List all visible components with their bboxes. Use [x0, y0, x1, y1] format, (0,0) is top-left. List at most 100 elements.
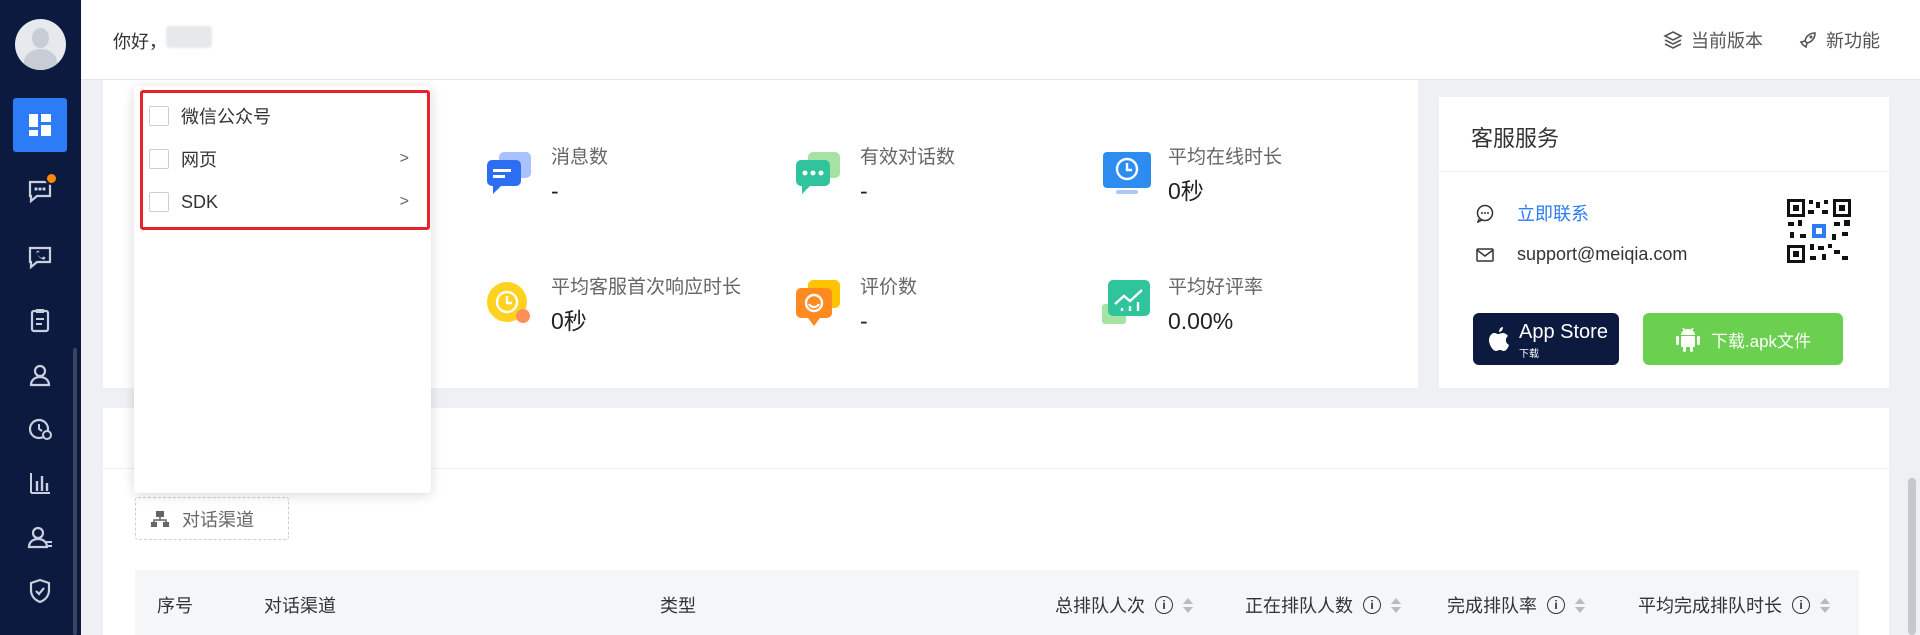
- apple-icon: [1489, 327, 1509, 351]
- info-icon[interactable]: i: [1155, 596, 1173, 614]
- column-header-total-queue[interactable]: 总排队人次 i: [1055, 592, 1193, 618]
- queue-table-header: 序号 对话渠道 类型 总排队人次 i 正在排队人数 i 完成排队率 i 平均完成…: [135, 570, 1859, 635]
- checkbox[interactable]: [149, 192, 169, 212]
- user-icon: [29, 364, 51, 387]
- dialog-icon: [796, 152, 840, 194]
- stat-avg-first-response: 平均客服首次响应时长 0秒: [483, 276, 741, 334]
- response-clock-icon: [487, 282, 530, 323]
- monitor-clock-icon: [1103, 152, 1151, 194]
- clipboard-icon: [30, 309, 50, 333]
- current-version-label: 当前版本: [1691, 31, 1763, 51]
- stat-avg-first-response-label: 平均客服首次响应时长: [551, 277, 742, 298]
- info-icon[interactable]: i: [1792, 596, 1810, 614]
- mail-icon: [1476, 247, 1494, 262]
- info-icon[interactable]: i: [1547, 596, 1565, 614]
- blurred-username: [166, 26, 212, 48]
- checkbox[interactable]: [149, 106, 169, 126]
- sort-icon[interactable]: [1575, 597, 1585, 613]
- apk-download-button[interactable]: 下载.apk文件: [1643, 313, 1843, 365]
- sort-icon[interactable]: [1183, 597, 1193, 613]
- apk-label: 下载.apk文件: [1710, 331, 1812, 351]
- sidebar-item-chat[interactable]: [13, 164, 67, 218]
- dropdown-item-wechat[interactable]: 微信公众号: [149, 101, 419, 131]
- app-store-sub: 下载: [1519, 349, 1539, 360]
- stat-valid-dialogs-value: -: [860, 178, 868, 204]
- dropdown-item-label: 微信公众号: [181, 107, 271, 127]
- sort-icon[interactable]: [1391, 597, 1401, 613]
- bar-chart-icon: [30, 473, 50, 494]
- app-store-label: App Store: [1519, 321, 1608, 343]
- chat-support-icon: [1476, 204, 1494, 223]
- dropdown-item-sdk[interactable]: SDK >: [149, 187, 419, 217]
- sort-icon[interactable]: [1820, 597, 1830, 613]
- message-icon: [487, 152, 531, 194]
- service-title: 客服服务: [1471, 126, 1560, 151]
- dropdown-item-web[interactable]: 网页 >: [149, 144, 419, 174]
- sidebar: [0, 0, 81, 635]
- stat-avg-online: 平均在线时长 0秒: [1100, 146, 1282, 204]
- divider: [1439, 171, 1889, 172]
- column-header-queuing-now[interactable]: 正在排队人数 i: [1245, 592, 1401, 618]
- greeting-text: 你好，: [113, 32, 167, 52]
- team-icon: [27, 526, 52, 549]
- sidebar-item-call[interactable]: [13, 230, 67, 284]
- shield-icon: [29, 578, 51, 604]
- avatar[interactable]: [15, 19, 66, 70]
- stat-ratings-value: -: [860, 308, 868, 334]
- phone-icon: [28, 246, 52, 270]
- stat-good-rate-value: 0.00%: [1168, 308, 1234, 334]
- new-features-button[interactable]: 新功能: [1798, 27, 1880, 53]
- contact-row: 立即联系: [1475, 200, 1589, 226]
- stat-valid-dialogs: 有效对话数 -: [792, 146, 955, 204]
- stat-avg-first-response-value: 0秒: [551, 308, 587, 334]
- stat-ratings-label: 评价数: [860, 277, 918, 298]
- sitemap-icon: [151, 510, 169, 527]
- stat-valid-dialogs-label: 有效对话数: [860, 147, 956, 168]
- channel-filter-button[interactable]: 对话渠道: [135, 497, 289, 540]
- sidebar-item-dashboard[interactable]: [13, 98, 67, 152]
- channel-filter-label: 对话渠道: [182, 509, 254, 530]
- clock-chat-icon: [28, 418, 52, 440]
- column-header: 类型: [660, 596, 696, 616]
- trend-chart-icon: [1102, 280, 1150, 324]
- stat-good-rate-label: 平均好评率: [1168, 277, 1264, 298]
- sidebar-item-team[interactable]: [13, 510, 67, 564]
- dashboard-icon: [29, 114, 51, 136]
- page-scrollbar[interactable]: [1908, 478, 1916, 635]
- chevron-right-icon: >: [399, 193, 409, 210]
- customer-service-panel: 客服服务 立即联系 support@meiqia.com App Store 下…: [1439, 97, 1889, 388]
- top-header: 你好， 当前版本 新功能: [81, 0, 1920, 80]
- checkbox[interactable]: [149, 149, 169, 169]
- stat-messages: 消息数 -: [483, 146, 608, 204]
- dropdown-item-label: SDK: [181, 191, 219, 212]
- sidebar-item-visitors[interactable]: [13, 348, 67, 402]
- stat-ratings: 评价数 -: [792, 276, 917, 334]
- sidebar-item-security[interactable]: [13, 564, 67, 618]
- stat-avg-online-label: 平均在线时长: [1168, 147, 1283, 168]
- channel-dropdown: 微信公众号 网页 > SDK >: [134, 86, 431, 493]
- layers-icon: [1663, 31, 1683, 49]
- current-version-button[interactable]: 当前版本: [1663, 27, 1763, 53]
- stat-good-rate: 平均好评率 0.00%: [1100, 276, 1263, 334]
- column-header-completion-rate[interactable]: 完成排队率 i: [1447, 592, 1585, 618]
- stat-messages-label: 消息数: [551, 147, 609, 168]
- new-features-label: 新功能: [1826, 31, 1880, 51]
- app-store-button[interactable]: App Store 下载: [1473, 313, 1619, 365]
- email-row: support@meiqia.com: [1475, 244, 1687, 265]
- sidebar-item-stats[interactable]: [13, 456, 67, 510]
- support-email: support@meiqia.com: [1517, 244, 1688, 264]
- rating-icon: [796, 280, 840, 326]
- android-icon: [1675, 327, 1700, 352]
- column-header: 序号: [157, 596, 193, 616]
- sidebar-scrollbar[interactable]: [73, 348, 77, 635]
- column-header: 对话渠道: [264, 596, 336, 616]
- dropdown-item-label: 网页: [181, 150, 217, 170]
- stat-avg-online-value: 0秒: [1168, 178, 1204, 204]
- chevron-right-icon: >: [399, 150, 409, 167]
- contact-link[interactable]: 立即联系: [1517, 200, 1589, 226]
- sidebar-item-history[interactable]: [13, 402, 67, 456]
- rocket-icon: [1799, 32, 1816, 49]
- column-header-avg-queue-time[interactable]: 平均完成排队时长 i: [1638, 592, 1830, 618]
- info-icon[interactable]: i: [1363, 596, 1381, 614]
- sidebar-item-tickets[interactable]: [13, 293, 67, 347]
